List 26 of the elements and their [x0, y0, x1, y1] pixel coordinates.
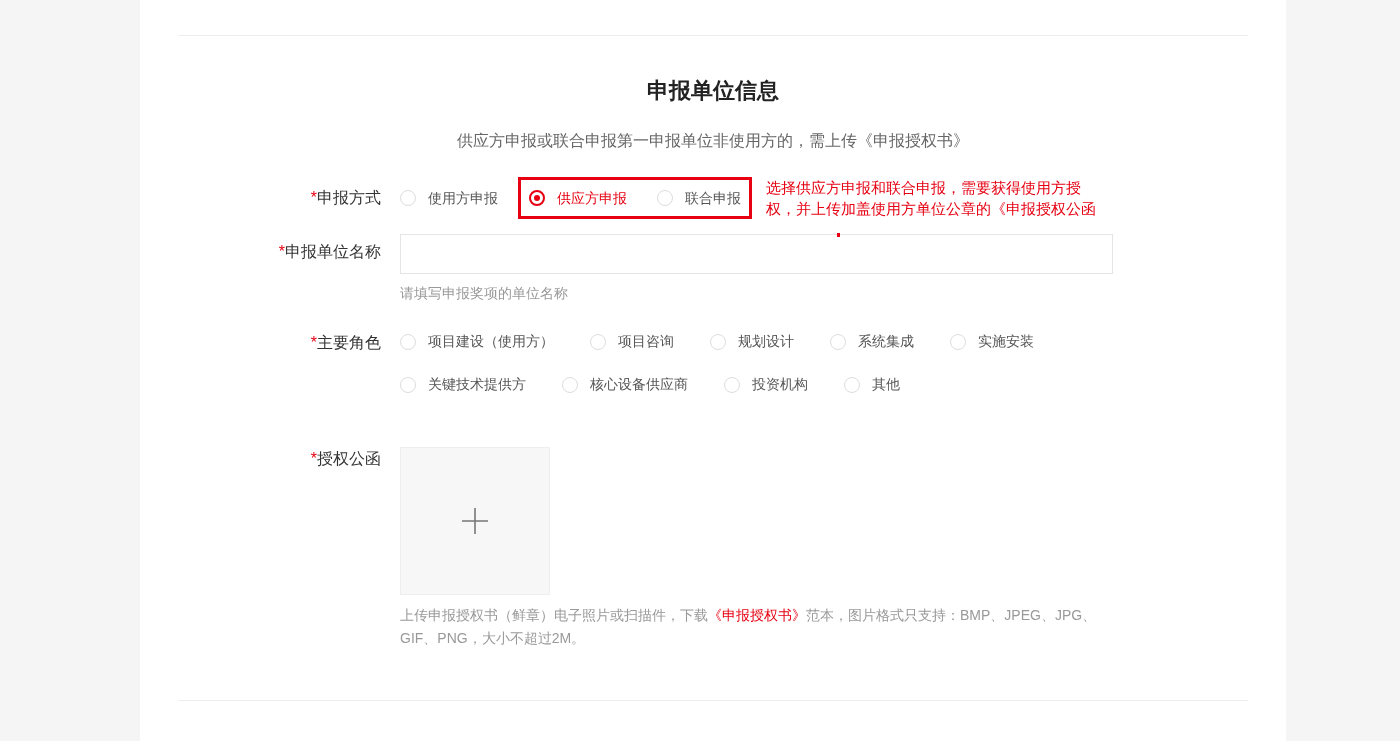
- radio-option[interactable]: 核心设备供应商: [562, 374, 688, 395]
- radio-option[interactable]: 使用方申报: [400, 187, 498, 209]
- radio-option[interactable]: 规划设计: [710, 331, 794, 352]
- section-title: 申报单位信息: [646, 77, 780, 105]
- upload-hint: 上传申报授权书（鲜章）电子照片或扫描件，下载《申报授权书》范本，图片格式只支持：BMP、JPEG、JPG、GIF、PNG，大小不超过2M。: [400, 606, 1098, 648]
- radio-option[interactable]: 项目建设（使用方）: [400, 331, 554, 352]
- field-label: *申报单位名称: [277, 242, 381, 262]
- radio-option[interactable]: 系统集成: [830, 331, 914, 352]
- radio-option[interactable]: 投资机构: [724, 374, 808, 395]
- field-label: *申报方式: [309, 188, 381, 208]
- annotation-text: 权，并上传加盖使用方单位公章的《申报授权公函: [766, 199, 1096, 219]
- upload-button[interactable]: [400, 447, 550, 595]
- annotation-text: 选择供应方申报和联合申报，需要获得使用方授: [766, 178, 1082, 198]
- field-label: *授权公函: [309, 449, 381, 469]
- field-hint: 请填写申报奖项的单位名称: [400, 284, 569, 303]
- radio-option[interactable]: 其他: [844, 374, 900, 395]
- template-link[interactable]: 《申报授权书》: [708, 607, 806, 623]
- radio-option[interactable]: 联合申报: [657, 187, 741, 209]
- radio-option[interactable]: 关键技术提供方: [400, 374, 526, 395]
- radio-option[interactable]: 供应方申报: [529, 187, 627, 209]
- radio-option[interactable]: 项目咨询: [590, 331, 674, 352]
- plus-icon: [462, 508, 488, 534]
- section-subtitle: 供应方申报或联合申报第一申报单位非使用方的，需上传《申报授权书》: [456, 131, 970, 151]
- radio-option[interactable]: 实施安装: [950, 331, 1034, 352]
- unit-name-input[interactable]: [400, 234, 1113, 274]
- field-label: *主要角色: [309, 333, 381, 353]
